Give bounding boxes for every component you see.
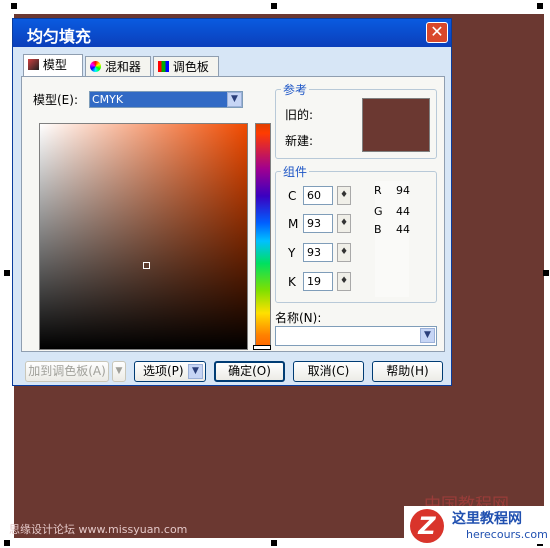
model-icon — [28, 59, 39, 70]
new-color-label: 新建: — [285, 134, 314, 148]
yellow-spin-button[interactable]: ♦ — [337, 243, 351, 262]
blue-label: B — [374, 223, 382, 236]
rgb-readout-box — [375, 181, 409, 297]
help-button[interactable]: 帮助(H) — [372, 361, 443, 382]
selection-handle-top[interactable] — [271, 3, 277, 9]
selection-handle-top-right[interactable] — [537, 3, 543, 9]
add-to-palette-dropdown[interactable]: ▼ — [112, 361, 126, 382]
cancel-button[interactable]: 取消(C) — [293, 361, 364, 382]
watermark-left: 思缘设计论坛 www.missyuan.com — [9, 523, 188, 536]
components-group — [275, 171, 437, 303]
logo-url: herecours.com — [466, 528, 548, 541]
tab-mixer-label: 混和器 — [104, 60, 141, 74]
selection-handle-left[interactable] — [4, 270, 10, 276]
black-input[interactable]: 19 — [303, 272, 333, 291]
name-select[interactable] — [275, 326, 437, 346]
cyan-input[interactable]: 60 — [303, 186, 333, 205]
magenta-spin-button[interactable]: ♦ — [337, 214, 351, 233]
logo-title: 这里教程网 — [452, 511, 522, 527]
color-picker-cursor[interactable] — [143, 262, 150, 269]
blue-value: 44 — [396, 223, 410, 236]
red-label: R — [374, 184, 382, 197]
tab-mixer[interactable]: 混和器 — [85, 56, 151, 76]
tab-model-label: 模型 — [42, 58, 67, 72]
tab-palette-label: 调色板 — [172, 60, 209, 74]
model-label: 模型(E): — [33, 93, 78, 107]
color-swatch — [362, 98, 430, 152]
model-select[interactable]: CMYK ▼ — [89, 91, 243, 108]
close-icon: ✕ — [430, 22, 444, 41]
selection-handle-bottom[interactable] — [271, 540, 277, 546]
yellow-label: Y — [288, 246, 296, 260]
name-label: 名称(N): — [275, 311, 322, 325]
black-spin-button[interactable]: ♦ — [337, 272, 351, 291]
chevron-down-icon[interactable]: ▼ — [227, 92, 242, 107]
hue-slider-handle[interactable] — [253, 345, 271, 350]
close-button[interactable]: ✕ — [426, 22, 448, 43]
reference-title: 参考 — [281, 81, 310, 98]
magenta-input[interactable]: 93 — [303, 214, 333, 233]
cyan-label: C — [288, 189, 297, 203]
green-value: 44 — [396, 205, 410, 218]
options-label: 选项(P) — [143, 364, 184, 378]
ok-button[interactable]: 确定(O) — [214, 361, 285, 382]
cyan-spin-button[interactable]: ♦ — [337, 186, 351, 205]
yellow-input[interactable]: 93 — [303, 243, 333, 262]
options-chevron-icon: ▼ — [188, 364, 203, 379]
components-title: 组件 — [281, 163, 310, 180]
hue-slider[interactable] — [255, 123, 271, 350]
add-to-palette-button[interactable]: 加到调色板(A) — [25, 361, 109, 382]
title-bar[interactable]: 均匀填充 ✕ — [13, 19, 451, 47]
selection-handle-top-left[interactable] — [11, 3, 17, 9]
palette-icon — [158, 61, 169, 72]
dialog-title: 均匀填充 — [27, 27, 92, 46]
mixer-icon — [90, 61, 101, 72]
selection-handle-bottom-left[interactable] — [4, 540, 10, 546]
tab-palette[interactable]: 调色板 — [153, 56, 219, 76]
tab-model[interactable]: 模型 — [23, 54, 83, 77]
old-color-label: 旧的: — [285, 108, 314, 122]
options-button[interactable]: 选项(P) ▼ — [134, 361, 206, 382]
uniform-fill-dialog: 均匀填充 ✕ 模型 混和器 调色板 模型(E): CMYK ▼ 参考 旧的: 新… — [12, 18, 452, 386]
model-select-value: CMYK — [92, 93, 124, 106]
selection-handle-right[interactable] — [543, 270, 549, 276]
logo-icon: Z — [410, 509, 444, 543]
green-label: G — [374, 205, 383, 218]
black-label: K — [288, 275, 296, 289]
red-value: 94 — [396, 184, 410, 197]
name-chevron-down-icon[interactable]: ▼ — [420, 328, 435, 343]
magenta-label: M — [288, 217, 299, 231]
color-field[interactable] — [39, 123, 248, 350]
